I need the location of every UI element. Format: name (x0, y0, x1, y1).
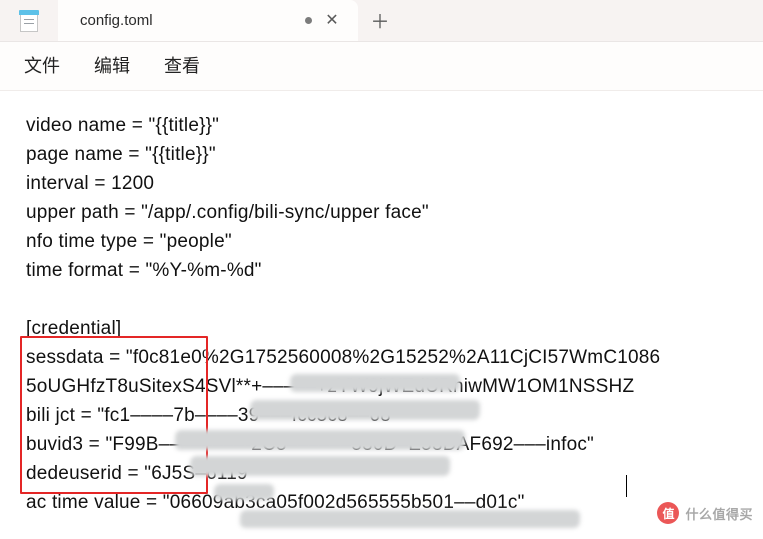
editor-line: [credential] (26, 318, 121, 339)
editor-line: interval = 1200 (26, 173, 154, 194)
notepad-icon (19, 10, 39, 32)
redaction-smudge (290, 374, 461, 392)
menu-file[interactable]: 文件 (24, 52, 60, 78)
text-caret (626, 475, 627, 497)
editor-line: nfo time type = "people" (26, 231, 232, 252)
unsaved-indicator-icon (305, 17, 312, 24)
watermark-text: 什么值得买 (685, 504, 753, 523)
redaction-smudge (240, 510, 581, 528)
menu-edit[interactable]: 编辑 (94, 52, 130, 78)
editor-line: upper path = "/app/.config/bili-sync/upp… (26, 202, 429, 223)
title-bar: config.toml ✕ ＋ (0, 0, 763, 42)
editor-line: video name = "{{title}}" (26, 115, 219, 136)
editor-line: sessdata = "f0c81e0%2G1752560008%2G15252… (26, 347, 660, 368)
menu-bar: 文件 编辑 查看 (0, 42, 763, 91)
editor-line: page name = "{{title}}" (26, 144, 216, 165)
watermark-logo-icon: 值 (657, 502, 679, 524)
redaction-smudge (190, 456, 451, 476)
redaction-smudge (214, 484, 275, 500)
redaction-smudge (250, 400, 481, 420)
menu-view[interactable]: 查看 (164, 52, 200, 78)
editor-line: time format = "%Y-%m-%d" (26, 260, 262, 281)
tab-title: config.toml (80, 12, 295, 29)
close-tab-button[interactable]: ✕ (322, 11, 342, 31)
document-tab[interactable]: config.toml ✕ (58, 0, 358, 41)
redaction-smudge (175, 430, 466, 450)
new-tab-button[interactable]: ＋ (358, 0, 402, 41)
watermark: 值 什么值得买 (657, 502, 753, 524)
app-icon-wrap (0, 0, 58, 41)
